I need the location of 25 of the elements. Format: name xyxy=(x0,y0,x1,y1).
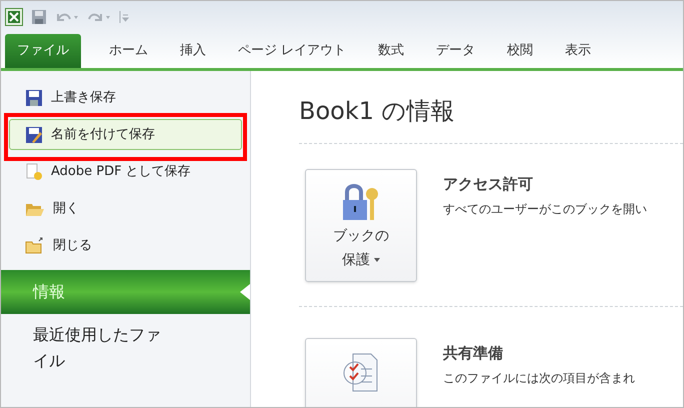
floppy-disk-pencil-icon xyxy=(25,126,43,144)
ribbon-tab[interactable]: データ xyxy=(424,34,488,68)
menu-item[interactable]: Adobe PDF として保存 xyxy=(9,156,242,187)
menu-item[interactable]: 閉じる xyxy=(9,230,242,261)
customize-menu-icon[interactable] xyxy=(119,10,129,24)
ribbon-tab[interactable]: ホーム xyxy=(97,34,160,68)
ribbon-tab[interactable]: 校閲 xyxy=(495,34,546,68)
section-heading: アクセス許可 xyxy=(443,174,534,195)
ribbon-tab[interactable]: ファイル xyxy=(5,34,81,68)
excel-logo-icon xyxy=(5,8,23,26)
sidebar-tab[interactable]: 最近使用したファイル xyxy=(1,314,250,382)
ribbon-tab[interactable]: 数式 xyxy=(366,34,416,68)
menu-item[interactable]: 名前を付けて保存 xyxy=(9,119,242,150)
ribbon-tab[interactable]: 挿入 xyxy=(168,34,218,68)
protect-button[interactable]: ブックの 保護 xyxy=(305,169,417,282)
section-heading: 共有準備 xyxy=(443,343,504,364)
folder-icon xyxy=(25,236,45,254)
save-icon[interactable] xyxy=(31,9,47,25)
section-description: このファイルには次の項目が含まれ xyxy=(443,370,635,386)
menu-item[interactable]: 開く xyxy=(9,193,242,224)
menu-item[interactable]: 上書き保存 xyxy=(9,82,242,113)
page-title: Book1 の情報 xyxy=(299,96,456,127)
ribbon-tab[interactable]: 表示 xyxy=(553,34,604,68)
ribbon-tab[interactable]: ページ レイアウト xyxy=(226,34,358,68)
section-description: すべてのユーザーがこのブックを開い xyxy=(443,200,647,218)
